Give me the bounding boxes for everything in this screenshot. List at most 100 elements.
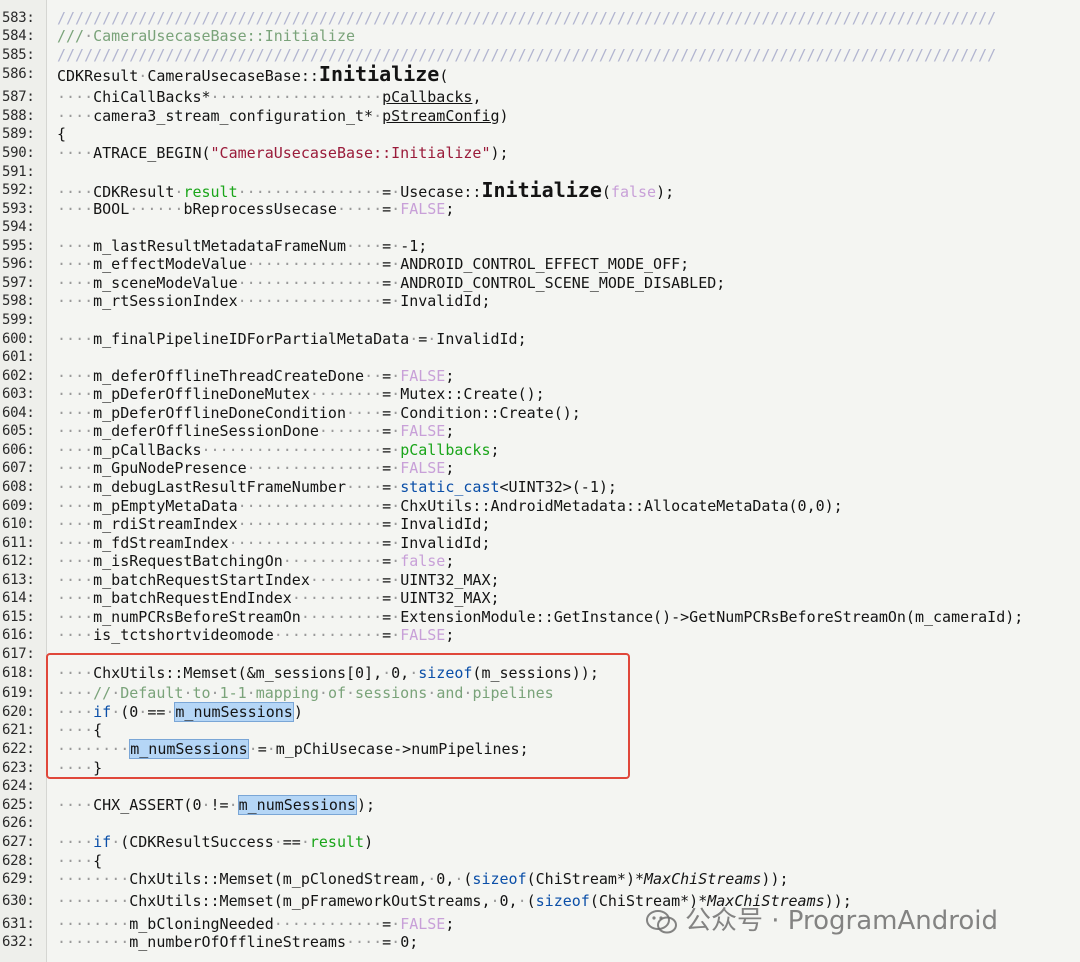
code-line[interactable]: 599:	[0, 310, 1080, 330]
code-line[interactable]: 603: ····m_pDeferOfflineDoneMutex········…	[0, 384, 1080, 404]
code-line[interactable]: 625: ····CHX_ASSERT(0·!=·m_numSessions);	[0, 795, 1080, 815]
code-text: ····m_deferOfflineSessionDone·······=·FA…	[57, 422, 455, 440]
code-editor[interactable]: 583: ////////////////////////////////////…	[0, 0, 1080, 962]
code-line[interactable]: 606: ····m_pCallBacks····················…	[0, 440, 1080, 460]
code-line[interactable]: 594:	[0, 217, 1080, 237]
code-line[interactable]: 584: ///·CameraUsecaseBase::Initialize	[0, 26, 1080, 46]
line-number: 599:	[2, 312, 35, 328]
line-number: 597:	[2, 275, 35, 291]
code-text: ····m_fdStreamIndex·················=·In…	[57, 534, 491, 552]
code-text: ····ATRACE_BEGIN("CameraUsecaseBase::Ini…	[57, 144, 509, 162]
code-line[interactable]: 607: ····m_GpuNodePresence···············…	[0, 458, 1080, 478]
code-line[interactable]: 604: ····m_pDeferOfflineDoneCondition····…	[0, 403, 1080, 423]
line-number: 595:	[2, 238, 35, 254]
code-line[interactable]: 598: ····m_rtSessionIndex················…	[0, 291, 1080, 311]
highlight-box	[46, 653, 630, 779]
line-number: 611:	[2, 535, 35, 551]
line-number: 629:	[2, 871, 35, 887]
code-line[interactable]: 596: ····m_effectModeValue···············…	[0, 254, 1080, 274]
code-line[interactable]: 608: ····m_debugLastResultFrameNumber····…	[0, 477, 1080, 497]
line-number: 593:	[2, 201, 35, 217]
code-line[interactable]: 610: ····m_rdiStreamIndex················…	[0, 514, 1080, 534]
line-number: 609:	[2, 498, 35, 514]
code-text: ····m_finalPipelineIDForPartialMetaData·…	[57, 330, 527, 348]
line-number: 631:	[2, 916, 35, 932]
line-number: 628:	[2, 853, 35, 869]
line-number: 608:	[2, 479, 35, 495]
line-number: 605:	[2, 423, 35, 439]
code-text: ····m_isRequestBatchingOn···········=·fa…	[57, 552, 455, 570]
line-number: 623:	[2, 760, 35, 776]
line-number: 604:	[2, 405, 35, 421]
watermark: 公众号 · ProgramAndroid	[645, 900, 998, 937]
line-number: 615:	[2, 609, 35, 625]
line-number: 583:	[2, 10, 35, 26]
line-number: 589:	[2, 126, 35, 142]
code-text: ////////////////////////////////////////…	[57, 46, 997, 64]
code-line[interactable]: 605: ····m_deferOfflineSessionDone·······…	[0, 421, 1080, 441]
code-line[interactable]: 586: CDKResult·CameraUsecaseBase::Initial…	[0, 62, 1080, 86]
line-number: 612:	[2, 553, 35, 569]
code-text: ····m_pDeferOfflineDoneCondition····=·Co…	[57, 404, 581, 422]
code-text: CDKResult·CameraUsecaseBase::Initialize(	[57, 62, 449, 86]
code-line[interactable]: 615: ····m_numPCRsBeforeStreamOn·········…	[0, 607, 1080, 627]
code-line[interactable]: 589: {	[0, 124, 1080, 144]
code-line[interactable]: 613: ····m_batchRequestStartIndex········…	[0, 570, 1080, 590]
code-line[interactable]: 601:	[0, 347, 1080, 367]
code-line[interactable]: 593: ····BOOL······bReprocessUsecase·····…	[0, 199, 1080, 219]
code-text: ····m_sceneModeValue················=·AN…	[57, 274, 726, 292]
code-text: ····m_batchRequestStartIndex········=·UI…	[57, 571, 500, 589]
line-number: 588:	[2, 108, 35, 124]
code-line[interactable]: 612: ····m_isRequestBatchingOn···········…	[0, 551, 1080, 571]
code-line[interactable]: 595: ····m_lastResultMetadataFrameNum····…	[0, 236, 1080, 256]
line-number: 603:	[2, 386, 35, 402]
line-number: 585:	[2, 47, 35, 63]
code-text: ····m_pDeferOfflineDoneMutex········=·Mu…	[57, 385, 545, 403]
code-line[interactable]: 611: ····m_fdStreamIndex·················…	[0, 533, 1080, 553]
code-text: ····m_effectModeValue···············=·AN…	[57, 255, 690, 273]
code-line[interactable]: 624:	[0, 776, 1080, 796]
line-number: 606:	[2, 442, 35, 458]
line-number: 620:	[2, 704, 35, 720]
code-line[interactable]: 597: ····m_sceneModeValue················…	[0, 273, 1080, 293]
line-number: 587:	[2, 89, 35, 105]
code-line[interactable]: 592: ····CDKResult·result················…	[0, 180, 1080, 201]
line-number: 626:	[2, 815, 35, 831]
code-line[interactable]: 600: ····m_finalPipelineIDForPartialMetaD…	[0, 329, 1080, 349]
code-line[interactable]: 629: ········ChxUtils::Memset(m_pClonedSt…	[0, 869, 1080, 889]
code-line[interactable]: 585: ////////////////////////////////////…	[0, 45, 1080, 65]
line-number: 622:	[2, 741, 35, 757]
line-number: 592:	[2, 182, 35, 198]
code-text: ····is_tctshortvideomode············=·FA…	[57, 626, 455, 644]
code-line[interactable]: 583: ////////////////////////////////////…	[0, 8, 1080, 28]
code-line[interactable]: 587: ····ChiCallBacks*···················…	[0, 87, 1080, 107]
code-text: ····m_lastResultMetadataFrameNum····=·-1…	[57, 237, 428, 255]
code-line[interactable]: 626:	[0, 813, 1080, 833]
line-number: 627:	[2, 834, 35, 850]
line-number: 617:	[2, 646, 35, 662]
code-line[interactable]: 588: ····camera3_stream_configuration_t*·…	[0, 106, 1080, 126]
line-number: 614:	[2, 590, 35, 606]
code-text: ········m_numberOfOfflineStreams····=·0;	[57, 933, 419, 951]
code-text: ····CHX_ASSERT(0·!=·m_numSessions);	[57, 795, 376, 815]
line-number: 598:	[2, 293, 35, 309]
code-line[interactable]: 628: ····{	[0, 851, 1080, 871]
line-number: 613:	[2, 572, 35, 588]
line-number: 586:	[2, 66, 35, 82]
line-number: 624:	[2, 778, 35, 794]
line-number: 625:	[2, 797, 35, 813]
code-line[interactable]: 602: ····m_deferOfflineThreadCreateDone··…	[0, 366, 1080, 386]
code-line[interactable]: 590: ····ATRACE_BEGIN("CameraUsecaseBase:…	[0, 143, 1080, 163]
line-number: 621:	[2, 722, 35, 738]
code-text: ····m_rtSessionIndex················=·In…	[57, 292, 491, 310]
code-text: ····camera3_stream_configuration_t*·pStr…	[57, 107, 509, 125]
code-text: ····m_rdiStreamIndex················=·In…	[57, 515, 491, 533]
code-text: ····m_numPCRsBeforeStreamOn·········=·Ex…	[57, 608, 1024, 626]
line-number: 618:	[2, 665, 35, 681]
line-number: 632:	[2, 934, 35, 950]
code-line[interactable]: 627: ····if·(CDKResultSuccess·==·result)	[0, 832, 1080, 852]
code-line[interactable]: 609: ····m_pEmptyMetaData················…	[0, 496, 1080, 516]
code-line[interactable]: 614: ····m_batchRequestEndIndex··········…	[0, 588, 1080, 608]
code-line[interactable]: 616: ····is_tctshortvideomode············…	[0, 625, 1080, 645]
code-text: ········m_bCloningNeeded············=·FA…	[57, 915, 455, 933]
